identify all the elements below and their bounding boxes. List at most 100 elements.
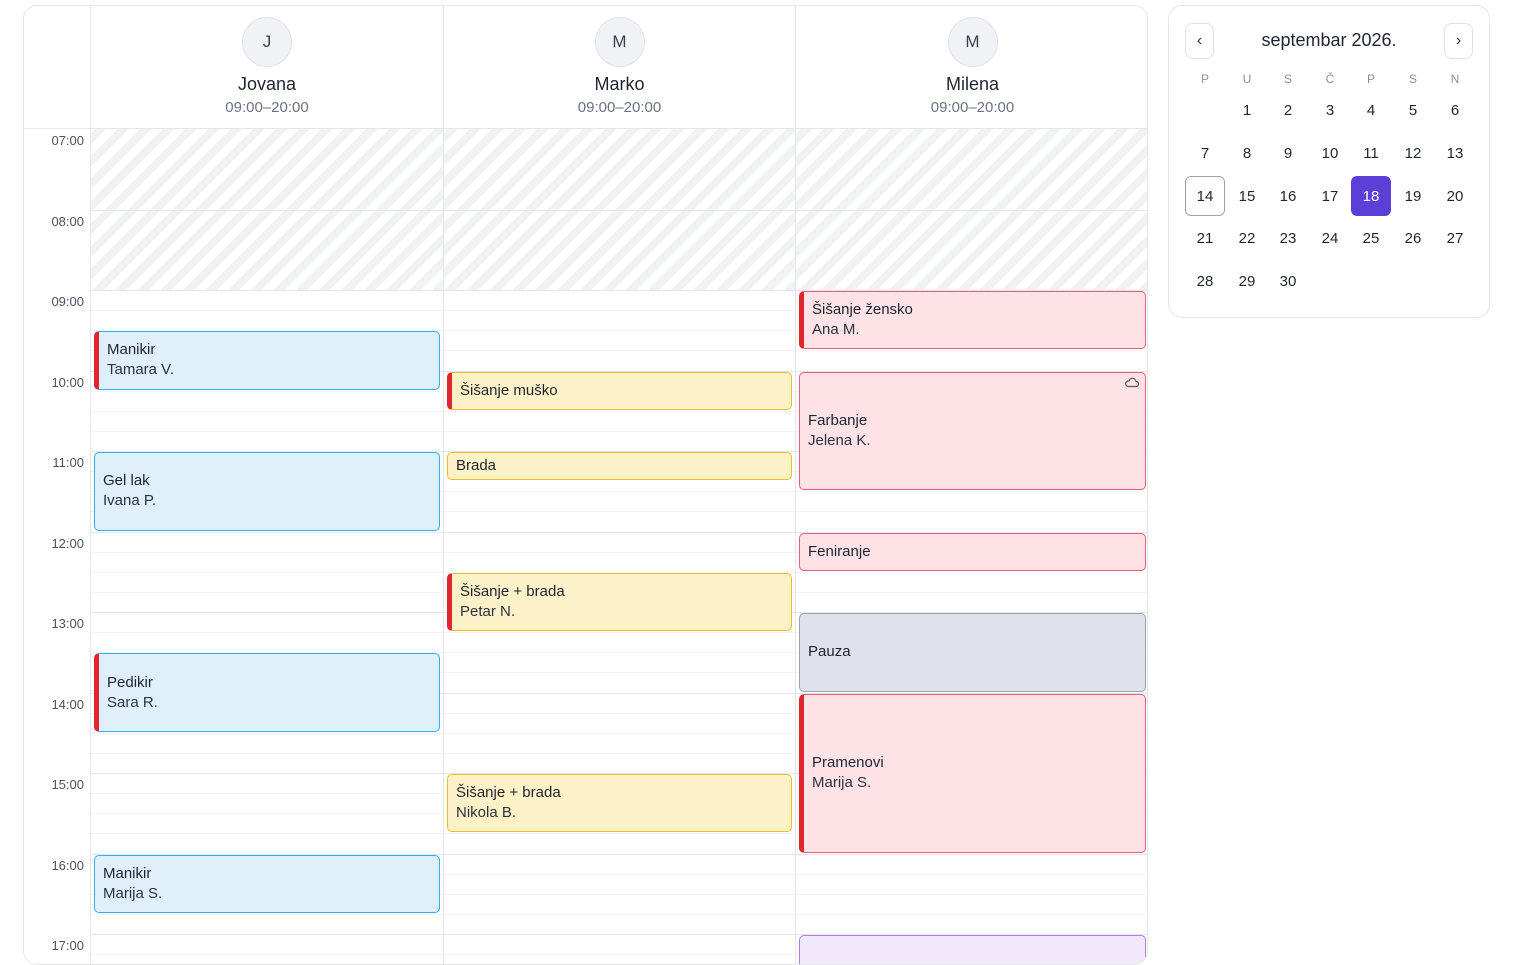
calendar-day[interactable]: 23 [1268,218,1308,258]
calendar-day[interactable]: 4 [1351,90,1391,130]
calendar-day[interactable]: 29 [1227,261,1267,301]
time-label: 13:00 [51,616,84,631]
hour-gridline [91,934,443,935]
quarter-gridline [444,350,795,352]
appointment-service: Šišanje + brada [460,582,565,600]
appointment-card[interactable]: Manikir Marija S. [94,854,440,913]
time-label: 12:00 [51,535,84,551]
time-label: 16:00 [51,857,84,873]
calendar-day[interactable]: 3 [1310,90,1350,130]
calendar-day[interactable]: 8 [1227,133,1267,173]
quarter-gridline [444,310,795,312]
appointment-client: Ana M. [812,321,860,339]
calendar-day[interactable]: 12 [1393,133,1433,173]
calendar-day[interactable]: 2 [1268,90,1308,130]
time-label: 10:00 [51,374,84,390]
quarter-gridline [796,350,1147,352]
staff-column-marko[interactable]: Šišanje muško Brada Šišanje + brada Petar N… [444,129,796,964]
appointment-service: Šišanje + brada [456,784,561,802]
calendar-day[interactable]: 26 [1393,218,1433,258]
appointment-client: Ivana P. [103,492,157,510]
appointment-client: Marija S. [812,774,872,791]
staff-column-jovana[interactable]: Manikir Tamara V. Gel lak Ivana P. Pedikir Sa… [91,129,444,964]
break-block[interactable]: Pauza [799,613,1146,692]
calendar-day[interactable]: 9 [1268,133,1308,173]
calendar-day[interactable]: 7 [1185,133,1225,173]
appointment-service: Farbanje [808,411,868,429]
appointment-card[interactable]: Brada [447,452,792,480]
staff-column-milena[interactable]: Šišanje žensko Ana M. Farbanje Jelena K. Fen… [796,129,1147,964]
time-label: 07:00 [51,133,84,148]
quarter-gridline [444,732,795,734]
quarter-gridline [444,410,795,412]
calendar-day[interactable]: 19 [1393,176,1433,216]
calendar-day[interactable]: 5 [1393,90,1433,130]
calendar-day[interactable]: 16 [1268,176,1308,216]
selected-day[interactable]: 18 [1351,176,1391,216]
calendar-day[interactable]: 15 [1227,176,1267,216]
hour-gridline [444,934,795,935]
quarter-gridline [444,913,795,915]
calendar-day[interactable]: 10 [1310,133,1350,173]
appointment-card[interactable]: Pedikir Sara R. [94,653,440,732]
appointment-card[interactable]: Šišanje + brada Nikola B. [447,774,792,833]
today-day[interactable]: 14 [1185,176,1225,216]
staff-header-marko[interactable]: M Marko 09:00–20:00 [444,6,796,129]
appointment-service: Gel lak [103,472,150,490]
hour-gridline [444,853,795,855]
weekday-label: P [1366,72,1375,86]
calendar-day[interactable]: 6 [1435,90,1475,130]
quarter-gridline [91,430,443,432]
calendar-day[interactable]: 21 [1185,218,1225,258]
time-label: 08:00 [51,213,84,229]
staff-header-row: J Jovana 09:00–20:00 M Marko 09:00–20:00… [24,6,1147,129]
weekday-label: U [1242,72,1252,86]
appointment-card[interactable] [799,935,1146,964]
calendar-day[interactable]: 27 [1435,218,1475,258]
appointment-service: Šišanje muško [460,381,558,399]
appointment-card[interactable]: Manikir Tamara V. [94,331,440,390]
quarter-gridline [91,390,443,392]
next-month-button[interactable]: › [1444,23,1473,59]
quarter-gridline [796,511,1147,513]
quarter-gridline [444,652,795,654]
appointment-card[interactable]: Pramenovi Marija S. [799,693,1146,853]
quarter-gridline [796,873,1147,875]
appointment-card[interactable]: Gel lak Ivana P. [94,452,440,531]
mini-calendar: ‹ septembar 2026. › P U S Č P S N 1 2 3 4 5 6 7 8 9 10 11… [1168,5,1490,318]
staff-header-milena[interactable]: M Milena 09:00–20:00 [796,6,1147,129]
quarter-gridline [91,310,443,312]
calendar-day[interactable]: 11 [1351,133,1391,173]
calendar-day[interactable]: 17 [1310,176,1350,216]
calendar-day[interactable]: 30 [1268,261,1308,301]
staff-name: Jovana [237,74,297,94]
schedule-grid: 07:00 08:00 09:00 10:00 11:00 12:00 13:00 14:00… [24,129,1147,964]
appointment-card[interactable]: Farbanje Jelena K. [799,371,1146,491]
calendar-day[interactable]: 13 [1435,133,1475,173]
quarter-gridline [444,632,795,634]
staff-hours: 09:00–20:00 [225,99,309,116]
hour-gridline [444,209,795,211]
quarter-gridline [796,491,1147,493]
appointment-service: Pramenovi [812,754,884,771]
appointment-card[interactable]: Šišanje + brada Petar N. [447,572,792,632]
calendar-day[interactable]: 28 [1185,261,1225,301]
appointment-card[interactable]: Šišanje žensko Ana M. [799,291,1146,350]
calendar-day[interactable]: 24 [1310,218,1350,258]
staff-header-jovana[interactable]: J Jovana 09:00–20:00 [91,6,444,129]
weekday-label: P [1200,72,1209,86]
appointment-card[interactable]: Šišanje muško [447,371,792,410]
calendar-day[interactable]: 25 [1351,218,1391,258]
quarter-gridline [796,591,1147,593]
avatar: M [947,17,998,67]
calendar-day[interactable]: 1 [1227,90,1267,130]
quarter-gridline [796,913,1147,915]
appointment-card[interactable]: Feniranje [799,532,1146,571]
calendar-day[interactable]: 22 [1227,218,1267,258]
calendar-day[interactable]: 20 [1435,176,1475,216]
time-label: 17:00 [51,938,84,953]
hour-gridline [444,692,795,694]
quarter-gridline [444,430,795,432]
weekday-label: Č [1325,72,1335,86]
hour-gridline [444,290,795,291]
